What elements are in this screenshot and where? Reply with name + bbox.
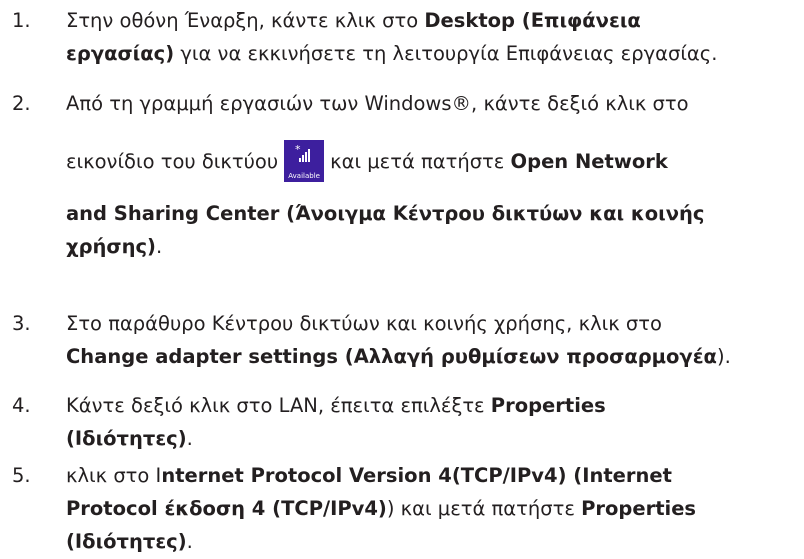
network-icon: * Available [284,140,325,182]
bold-text: Protocol έκδοση 4 (TCP/IPv4) [66,497,387,520]
text-run: Από τη γραμμή εργασιών των Windows®, κάν… [66,92,689,115]
step-line: Στο παράθυρο Κέντρου δικτύων και κοινής … [66,307,801,340]
step-line: εργασίας) για να εκκινήσετε τη λειτουργί… [66,37,801,70]
bold-text: (Ιδιότητες) [66,530,187,553]
bold-text: Properties [581,497,697,520]
bold-text: Change adapter settings (Αλλαγή ρυθμίσεω… [66,345,717,368]
bold-text: nternet Protocol Version 4(TCP/IPv4) (In… [161,464,672,487]
step-line: (Ιδιότητες). [66,525,801,558]
bold-text: Properties [490,394,606,417]
step-number: 5. [12,464,31,487]
step-text: Κάντε δεξιό κλικ στο LAN, έπειτα επιλέξτ… [66,389,801,455]
text-run: Κάντε δεξιό κλικ στο LAN, έπειτα επιλέξτ… [66,394,491,417]
bold-text: εργασίας) [66,42,175,65]
step-text: Στην οθόνη Έναρξη, κάντε κλικ στο Deskto… [66,4,801,70]
text-run: . [155,235,163,258]
text-run: ). [716,345,731,368]
signal-bars-icon: * [295,144,311,162]
step-line: Κάντε δεξιό κλικ στο LAN, έπειτα επιλέξτ… [66,389,801,422]
bold-text: Open Network [510,150,668,173]
step-text: κλικ στο Internet Protocol Version 4(TCP… [66,459,801,558]
network-icon-label: Available [288,172,320,180]
step-line: Protocol έκδοση 4 (TCP/IPv4)) και μετά π… [66,492,801,525]
text-run: εικονίδιο του δικτύου [66,150,279,173]
text-run: και μετά πατήστε [330,150,511,173]
step-line: κλικ στο Internet Protocol Version 4(TCP… [66,459,801,492]
text-run: Στο παράθυρο Κέντρου δικτύων και κοινής … [66,312,662,335]
step-number: 4. [12,394,31,417]
text-run: για να εκκινήσετε τη λειτουργία Επιφάνει… [174,42,718,65]
step-line: Από τη γραμμή εργασιών των Windows®, κάν… [66,87,801,120]
step-number: 2. [12,92,31,115]
step-line: εικονίδιο του δικτύου * Available και μετ… [66,140,801,182]
step-line: χρήσης). [66,230,801,263]
text-run: Στην οθόνη Έναρξη, κάντε κλικ στο [66,9,425,32]
step-text: Στο παράθυρο Κέντρου δικτύων και κοινής … [66,307,801,373]
step-text: Από τη γραμμή εργασιών των Windows®, κάν… [66,87,801,263]
step-number: 3. [12,312,31,335]
bold-text: Desktop (Επιφάνεια [424,9,641,32]
step-line: (Ιδιότητες). [66,422,801,455]
step-number: 1. [12,9,31,32]
step-line: and Sharing Center (Άνοιγμα Κέντρου δικτ… [66,197,801,230]
text-run: κλικ στο I [66,464,162,487]
text-run: . [186,530,193,553]
bold-text: (Ιδιότητες) [66,427,187,450]
text-run: ) και μετά πατήστε [386,497,582,520]
step-line: Change adapter settings (Αλλαγή ρυθμίσεω… [66,340,801,373]
bold-text: and Sharing Center (Άνοιγμα Κέντρου δικτ… [66,202,705,225]
svg-text:*: * [295,144,301,156]
bold-text: χρήσης) [66,235,156,258]
text-run: . [186,427,193,450]
step-line: Στην οθόνη Έναρξη, κάντε κλικ στο Deskto… [66,4,801,37]
